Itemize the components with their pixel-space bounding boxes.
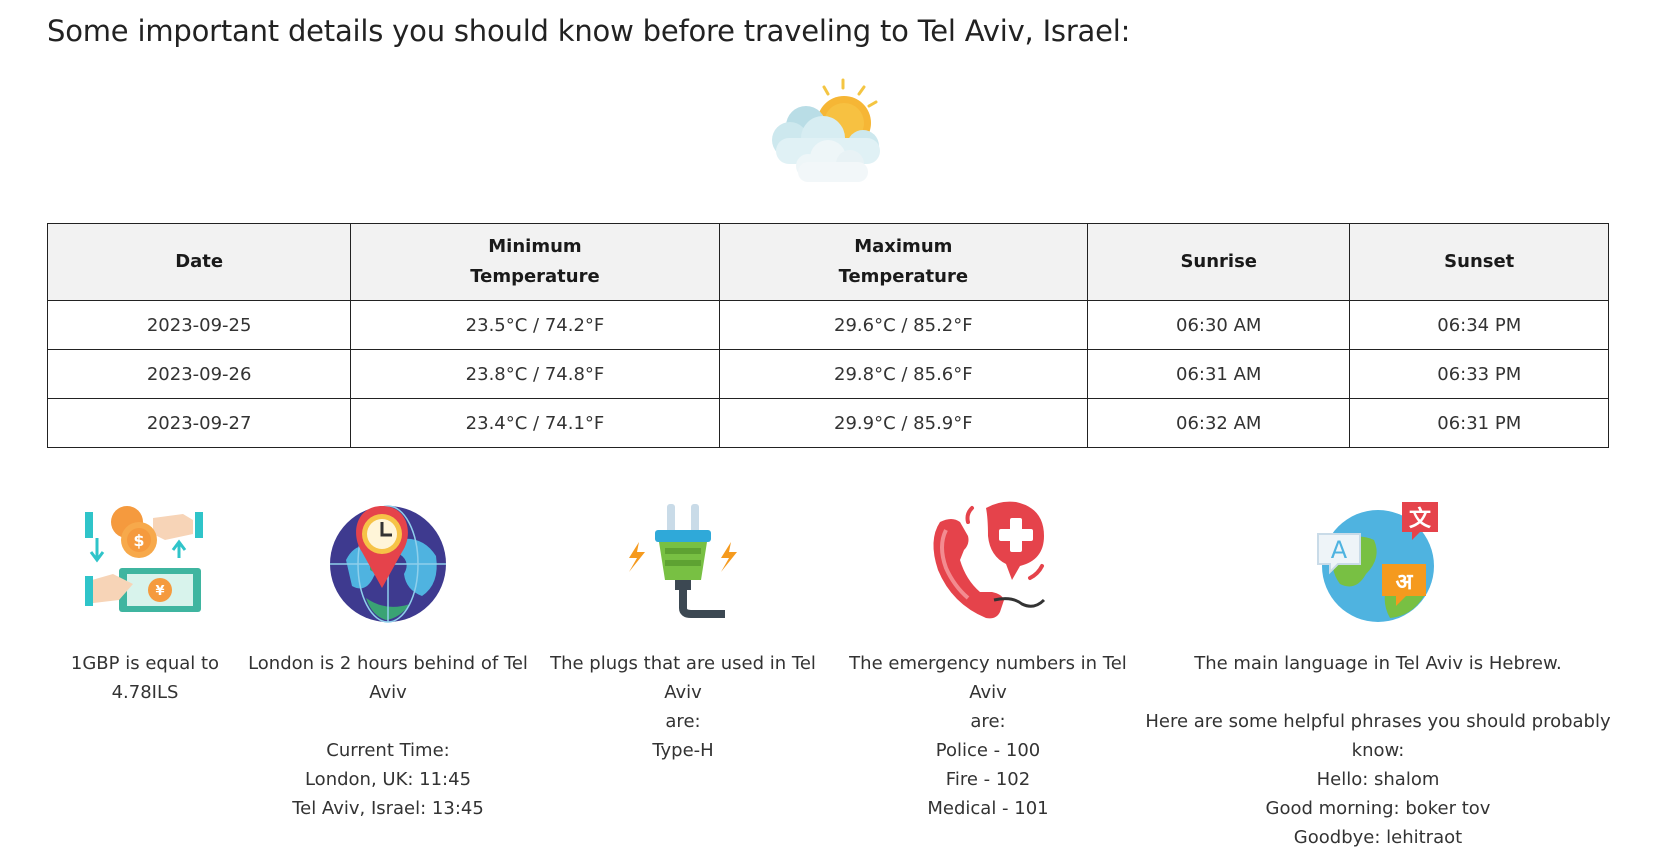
cell-min-temp: 23.5°C / 74.2°F (350, 300, 720, 350)
cell-sunset: 06:34 PM (1349, 300, 1609, 350)
emergency-fire: Fire - 102 (945, 769, 1031, 790)
plugs-line2: are: (665, 711, 701, 732)
header-date: Date (46, 223, 352, 301)
emergency-line1: The emergency numbers in Tel Aviv (849, 653, 1127, 703)
cell-min-temp: 23.4°C / 74.1°F (350, 398, 720, 448)
current-time-label: Current Time: (326, 740, 450, 761)
emergency-info: The emergency numbers in Tel Aviv are: P… (833, 500, 1143, 823)
currency-exchange-icon: $ ¥ (85, 506, 203, 612)
timezone-line2: Aviv (369, 682, 407, 703)
telaviv-time: Tel Aviv, Israel: 13:45 (292, 798, 484, 819)
cell-date: 2023-09-25 (46, 300, 352, 350)
table-row: 2023-09-26 23.8°C / 74.8°F 29.8°C / 85.6… (46, 349, 1609, 399)
emergency-medical: Medical - 101 (927, 798, 1049, 819)
phrase-goodbye: Goodbye: lehitraot (1293, 827, 1463, 848)
cell-sunrise: 06:31 AM (1086, 349, 1351, 399)
sun-behind-clouds-icon (772, 78, 880, 182)
header-min-line2: Temperature (470, 266, 600, 287)
cell-date: 2023-09-26 (46, 349, 352, 399)
london-time: London, UK: 11:45 (304, 769, 472, 790)
header-minimum-temperature: Minimum Temperature (350, 223, 720, 301)
emergency-police: Police - 100 (935, 740, 1041, 761)
header-sunset: Sunset (1349, 223, 1609, 301)
header-min-line1: Minimum (488, 236, 582, 257)
phrase-good-morning: Good morning: boker tov (1265, 798, 1491, 819)
cell-date: 2023-09-27 (46, 398, 352, 448)
table-row: 2023-09-25 23.5°C / 74.2°F 29.6°C / 85.2… (46, 300, 1609, 350)
phrases-line1: Here are some helpful phrases you should… (1145, 711, 1611, 732)
cell-sunset: 06:31 PM (1349, 398, 1609, 448)
cell-sunset: 06:33 PM (1349, 349, 1609, 399)
timezone-line1: London is 2 hours behind of Tel (248, 653, 528, 674)
language-info: 文 A अ The main language in Tel Aviv is H… (1143, 500, 1613, 852)
language-line1: The main language in Tel Aviv is Hebrew. (1194, 653, 1562, 674)
plugs-line1: The plugs that are used in Tel Aviv (550, 653, 816, 703)
cell-max-temp: 29.8°C / 85.6°F (718, 349, 1088, 399)
currency-line2: 4.78ILS (111, 682, 179, 703)
timezone-info: London is 2 hours behind of Tel Aviv Cur… (243, 500, 533, 823)
svg-text:अ: अ (1396, 570, 1414, 595)
cell-sunrise: 06:32 AM (1086, 398, 1351, 448)
phrase-hello: Hello: shalom (1316, 769, 1440, 790)
cell-max-temp: 29.6°C / 85.2°F (718, 300, 1088, 350)
emergency-line2: are: (970, 711, 1006, 732)
page-title: Some important details you should know b… (47, 14, 1131, 48)
emergency-phone-icon (933, 501, 1046, 619)
svg-text:¥: ¥ (155, 584, 164, 599)
header-max-line1: Maximum (854, 236, 953, 257)
cell-sunrise: 06:30 AM (1086, 300, 1351, 350)
power-plug-icon (629, 504, 737, 618)
header-max-line2: Temperature (838, 266, 969, 287)
weather-forecast-table: Date Minimum Temperature Maximum Tempera… (46, 223, 1609, 448)
header-sunrise: Sunrise (1086, 223, 1351, 301)
plug-type: Type-H (652, 740, 714, 761)
table-header-row: Date Minimum Temperature Maximum Tempera… (46, 223, 1609, 301)
cell-min-temp: 23.8°C / 74.8°F (350, 349, 720, 399)
svg-text:A: A (1331, 536, 1348, 564)
svg-text:文: 文 (1409, 506, 1432, 532)
table-row: 2023-09-27 23.4°C / 74.1°F 29.9°C / 85.9… (46, 398, 1609, 448)
plugs-info: The plugs that are used in Tel Aviv are:… (533, 500, 833, 765)
currency-line1: 1GBP is equal to (70, 653, 220, 674)
phrases-line2: know: (1351, 740, 1405, 761)
cell-max-temp: 29.9°C / 85.9°F (718, 398, 1088, 448)
timezone-globe-icon (330, 505, 446, 623)
currency-info: $ ¥ 1GBP is equal to 4.78ILS (55, 500, 235, 707)
language-translation-icon: 文 A अ (1317, 502, 1438, 622)
svg-text:$: $ (133, 531, 144, 550)
header-maximum-temperature: Maximum Temperature (718, 223, 1088, 301)
